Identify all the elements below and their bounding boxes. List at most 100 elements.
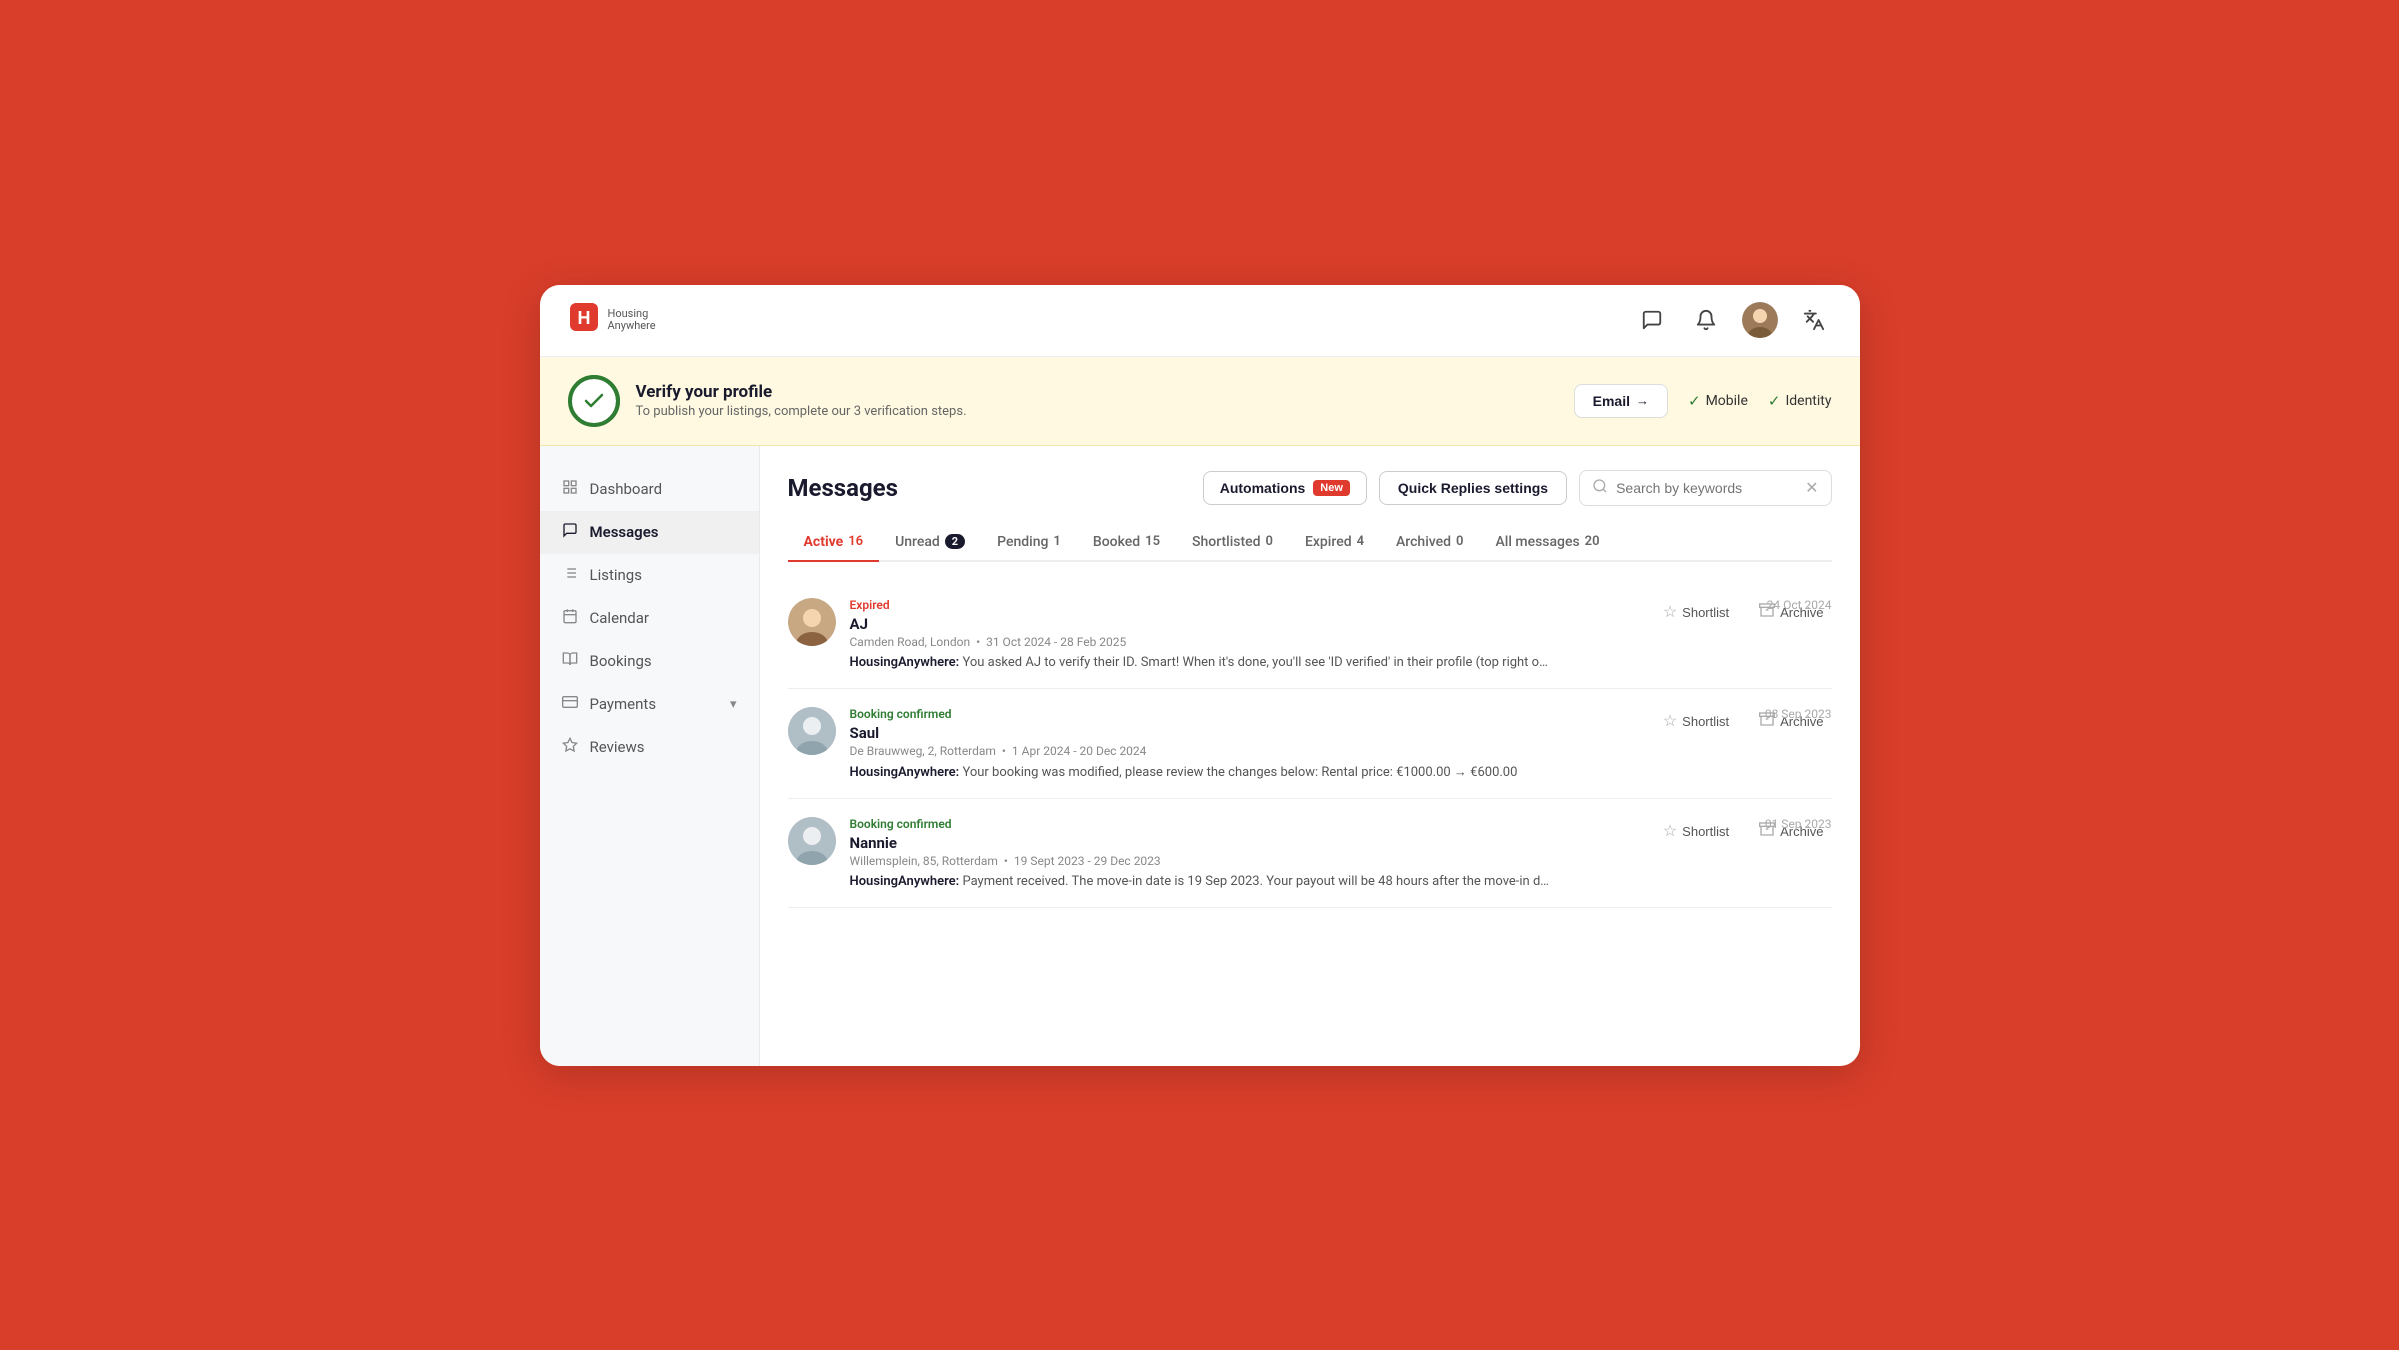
mobile-check-icon: ✓	[1688, 392, 1701, 410]
page-title: Messages	[788, 474, 898, 502]
mobile-step-label: Mobile	[1706, 393, 1748, 409]
verify-icon	[568, 375, 620, 427]
translate-icon-button[interactable]	[1796, 302, 1832, 338]
sidebar-item-reviews[interactable]: Reviews	[540, 726, 759, 769]
tab-shortlisted-count: 0	[1266, 534, 1273, 549]
search-clear-icon[interactable]: ✕	[1805, 478, 1818, 497]
message-body-nannie: Booking confirmed Nannie Willemsplein, 8…	[850, 817, 1641, 889]
tab-shortlisted-label: Shortlisted	[1192, 534, 1261, 550]
message-name-saul: Saul	[850, 724, 1641, 742]
tab-expired-label: Expired	[1305, 534, 1352, 550]
shortlist-label: Shortlist	[1682, 714, 1729, 729]
message-body-saul: Booking confirmed Saul De Brauwweg, 2, R…	[850, 707, 1641, 780]
sidebar-item-calendar[interactable]: Calendar	[540, 597, 759, 640]
sidebar-label-calendar: Calendar	[590, 609, 650, 627]
sidebar-item-payments[interactable]: Payments ▾	[540, 683, 759, 726]
message-avatar-saul	[788, 707, 836, 755]
verify-subtitle: To publish your listings, complete our 3…	[636, 404, 967, 419]
tab-booked[interactable]: Booked 15	[1077, 524, 1176, 562]
search-box: ✕	[1579, 470, 1831, 506]
message-date-nannie: 01 Sep 2023	[1765, 817, 1832, 831]
search-icon	[1592, 478, 1608, 498]
messages-icon	[562, 522, 578, 543]
tab-archived-count: 0	[1456, 534, 1463, 549]
sidebar-item-listings[interactable]: Listings	[540, 554, 759, 597]
tab-unread-label: Unread	[895, 534, 940, 550]
star-icon: ☆	[1663, 711, 1677, 731]
top-nav-icons	[1634, 302, 1832, 338]
tab-active-count: 16	[848, 534, 863, 549]
search-input[interactable]	[1616, 480, 1797, 496]
tab-unread-badge: 2	[945, 534, 965, 549]
tab-active[interactable]: Active 16	[788, 524, 880, 562]
tab-shortlisted[interactable]: Shortlisted 0	[1176, 524, 1289, 562]
identity-step-label: Identity	[1785, 393, 1831, 409]
automations-label: Automations	[1220, 480, 1306, 496]
sidebar: Dashboard Messages Listings Calendar	[540, 446, 760, 1066]
tab-booked-count: 15	[1145, 534, 1160, 549]
calendar-icon	[562, 608, 578, 629]
tab-pending[interactable]: Pending 1	[981, 524, 1077, 562]
email-step-arrow: →	[1636, 393, 1649, 408]
sidebar-item-bookings[interactable]: Bookings	[540, 640, 759, 683]
tab-archived-label: Archived	[1396, 534, 1451, 550]
sidebar-label-dashboard: Dashboard	[590, 480, 663, 498]
tab-expired[interactable]: Expired 4	[1289, 524, 1380, 562]
message-status-nannie: Booking confirmed	[850, 817, 1641, 831]
content-area: Messages Automations New Quick Replies s…	[760, 446, 1860, 1066]
sidebar-payments-left: Payments	[562, 694, 657, 715]
chat-icon-button[interactable]	[1634, 302, 1670, 338]
svg-text:H: H	[577, 308, 590, 328]
shortlist-button-nannie[interactable]: ☆ Shortlist	[1655, 817, 1737, 845]
sidebar-item-messages[interactable]: Messages	[540, 511, 759, 554]
tab-all-messages-label: All messages	[1495, 534, 1579, 550]
tabs-bar: Active 16 Unread 2 Pending 1 Booked 15 S…	[788, 524, 1832, 562]
logo-icon: H	[568, 301, 600, 340]
automations-button[interactable]: Automations New	[1203, 471, 1367, 505]
sidebar-item-dashboard[interactable]: Dashboard	[540, 468, 759, 511]
shortlist-label: Shortlist	[1682, 824, 1729, 839]
message-date-saul: 08 Sep 2023	[1765, 707, 1832, 721]
message-avatar-aj	[788, 598, 836, 646]
logo[interactable]: H Housing Anywhere	[568, 301, 656, 340]
message-location-saul: De Brauwweg, 2, Rotterdam • 1 Apr 2024 -…	[850, 744, 1641, 758]
sidebar-label-messages: Messages	[590, 523, 659, 541]
verify-left: Verify your profile To publish your list…	[568, 375, 967, 427]
message-name-nannie: Nannie	[850, 834, 1641, 852]
star-icon: ☆	[1663, 602, 1677, 622]
tab-booked-label: Booked	[1093, 534, 1140, 550]
tab-archived[interactable]: Archived 0	[1380, 524, 1479, 562]
message-date-aj: 24 Oct 2024	[1767, 598, 1832, 612]
message-item-nannie[interactable]: Booking confirmed Nannie Willemsplein, 8…	[788, 799, 1832, 908]
user-avatar[interactable]	[1742, 302, 1778, 338]
tab-all-messages[interactable]: All messages 20	[1479, 524, 1615, 562]
shortlist-button-aj[interactable]: ☆ Shortlist	[1655, 598, 1737, 626]
message-avatar-nannie	[788, 817, 836, 865]
message-preview-saul: HousingAnywhere: Your booking was modifi…	[850, 764, 1550, 780]
shortlist-button-saul[interactable]: ☆ Shortlist	[1655, 707, 1737, 735]
main-layout: Dashboard Messages Listings Calendar	[540, 446, 1860, 1066]
chevron-down-icon: ▾	[730, 697, 737, 712]
tab-active-label: Active	[804, 534, 844, 550]
message-item-saul[interactable]: Booking confirmed Saul De Brauwweg, 2, R…	[788, 689, 1832, 799]
sidebar-label-listings: Listings	[590, 566, 642, 584]
email-step-button[interactable]: Email →	[1574, 384, 1668, 418]
sidebar-label-reviews: Reviews	[590, 738, 645, 756]
message-list: Expired AJ Camden Road, London • 31 Oct …	[788, 580, 1832, 908]
notification-icon-button[interactable]	[1688, 302, 1724, 338]
logo-text: Housing Anywhere	[608, 308, 656, 332]
verify-text: Verify your profile To publish your list…	[636, 382, 967, 419]
payments-icon	[562, 694, 578, 715]
header-actions: Automations New Quick Replies settings ✕	[1203, 470, 1832, 506]
quick-replies-button[interactable]: Quick Replies settings	[1379, 471, 1567, 505]
automations-badge: New	[1313, 480, 1350, 496]
message-location-aj: Camden Road, London • 31 Oct 2024 - 28 F…	[850, 635, 1641, 649]
tab-expired-count: 4	[1357, 534, 1364, 549]
verify-title: Verify your profile	[636, 382, 967, 402]
message-body-aj: Expired AJ Camden Road, London • 31 Oct …	[850, 598, 1641, 670]
email-step-label: Email	[1593, 393, 1630, 409]
tab-unread[interactable]: Unread 2	[879, 524, 981, 562]
mobile-step: ✓ Mobile	[1688, 392, 1748, 410]
message-item[interactable]: Expired AJ Camden Road, London • 31 Oct …	[788, 580, 1832, 689]
sidebar-label-payments: Payments	[590, 695, 657, 713]
